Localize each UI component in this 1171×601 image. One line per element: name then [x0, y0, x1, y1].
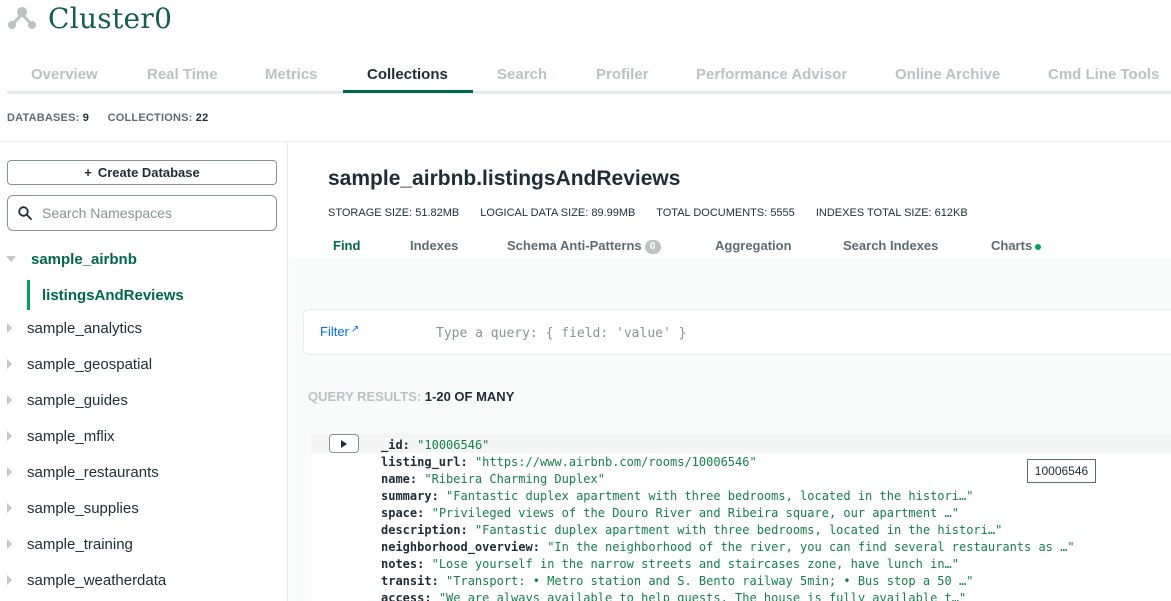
sidebar-db-sample-training[interactable]: sample_training: [0, 530, 287, 558]
document-field: summary: "Fantastic duplex apartment wit…: [381, 489, 974, 503]
active-tab-underline: [343, 90, 473, 93]
tab-charts[interactable]: Charts: [991, 238, 1042, 253]
collection-title: sample_airbnb.listingsAndReviews: [328, 167, 681, 190]
document-field: name: "Ribeira Charming Duplex": [381, 472, 605, 486]
caret-right-icon: [7, 323, 12, 333]
tab-overview[interactable]: Overview: [31, 66, 98, 83]
document-field: neighborhood_overview: "In the neighborh…: [381, 540, 1075, 554]
expand-document-button[interactable]: [329, 434, 359, 453]
sidebar-collection-listings-and-reviews[interactable]: listingsAndReviews: [27, 280, 287, 310]
databases-label: DATABASES:: [7, 112, 80, 124]
document-field: access: "We are always available to help…: [381, 591, 967, 601]
sidebar-db-sample-supplies[interactable]: sample_supplies: [0, 494, 287, 522]
namespace-counts: DATABASES: 9 COLLECTIONS: 22: [7, 112, 208, 124]
top-tabs: Overview Real Time Metrics Collections S…: [7, 58, 1171, 94]
tab-indexes[interactable]: Indexes: [410, 238, 458, 253]
sidebar-db-sample-geospatial[interactable]: sample_geospatial: [0, 350, 287, 378]
tab-metrics[interactable]: Metrics: [265, 66, 318, 83]
tab-search[interactable]: Search: [497, 66, 547, 83]
sidebar-db-sample-analytics[interactable]: sample_analytics: [0, 314, 287, 342]
sidebar-db-sample-airbnb[interactable]: sample_airbnb: [0, 245, 287, 273]
caret-right-icon: [7, 359, 12, 369]
header: Cluster0: [0, 0, 1171, 40]
cluster-icon: [8, 7, 36, 29]
search-namespaces-box[interactable]: [7, 195, 277, 231]
tab-search-indexes[interactable]: Search Indexes: [843, 238, 938, 253]
indexes-total-size: INDEXES TOTAL SIZE: 612KB: [815, 207, 968, 219]
collections-label: COLLECTIONS:: [107, 112, 193, 124]
document-field: listing_url: "https://www.airbnb.com/roo…: [381, 455, 757, 469]
create-database-label: Create Database: [97, 165, 200, 180]
tab-find[interactable]: Find: [333, 238, 360, 253]
tab-profiler[interactable]: Profiler: [596, 66, 649, 83]
schema-anti-patterns-label: Schema Anti-Patterns: [507, 238, 642, 253]
query-results-label: QUERY RESULTS:: [308, 389, 422, 404]
tab-performance-advisor[interactable]: Performance Advisor: [696, 66, 847, 83]
query-results-header: QUERY RESULTS: 1-20 OF MANY: [308, 389, 514, 404]
tab-aggregation[interactable]: Aggregation: [715, 238, 792, 253]
caret-right-icon: [7, 503, 12, 513]
sidebar: + Create Database sample_airbnb listings…: [0, 142, 288, 601]
filter-link[interactable]: Filter ↗: [320, 324, 359, 339]
collection-stats: STORAGE SIZE: 51.82MB LOGICAL DATA SIZE:…: [328, 207, 986, 219]
storage-size: STORAGE SIZE: 51.82MB: [328, 207, 460, 219]
search-namespaces-input[interactable]: [42, 205, 262, 221]
tab-online-archive[interactable]: Online Archive: [895, 66, 1000, 83]
caret-right-icon: [7, 431, 12, 441]
databases-count: 9: [82, 112, 90, 124]
query-results-range: 1-20 OF MANY: [424, 389, 515, 404]
total-documents: TOTAL DOCUMENTS: 5555: [656, 207, 795, 219]
new-indicator-dot: [1035, 243, 1042, 250]
document-field: transit: "Transport: • Metro station and…: [381, 574, 974, 588]
play-icon: [341, 439, 347, 448]
filter-bar: Filter ↗: [303, 309, 1171, 355]
create-database-button[interactable]: + Create Database: [7, 160, 277, 185]
charts-label: Charts: [991, 238, 1033, 253]
document-field: space: "Privileged views of the Douro Ri…: [381, 506, 959, 520]
cluster-title: Cluster0: [48, 2, 173, 35]
sidebar-db-sample-weatherdata[interactable]: sample_weatherdata: [0, 566, 287, 594]
caret-right-icon: [7, 539, 12, 549]
sidebar-db-sample-restaurants[interactable]: sample_restaurants: [0, 458, 287, 486]
document-field: _id: "10006546": [381, 438, 490, 452]
sidebar-db-sample-mflix[interactable]: sample_mflix: [0, 422, 287, 450]
sidebar-db-sample-guides[interactable]: sample_guides: [0, 386, 287, 414]
plus-icon: +: [84, 165, 92, 180]
search-icon: [18, 206, 32, 220]
caret-right-icon: [7, 575, 12, 585]
caret-right-icon: [7, 467, 12, 477]
filter-query-input[interactable]: [436, 322, 1136, 344]
caret-right-icon: [7, 395, 12, 405]
logical-data-size: LOGICAL DATA SIZE: 89.99MB: [480, 207, 636, 219]
tab-real-time[interactable]: Real Time: [147, 66, 218, 83]
external-link-icon: ↗: [350, 324, 360, 335]
collections-count: 22: [195, 112, 209, 124]
schema-count-badge: 0: [644, 239, 661, 254]
tab-collections[interactable]: Collections: [367, 66, 448, 83]
tab-schema-anti-patterns[interactable]: Schema Anti-Patterns 0: [507, 238, 661, 254]
document-field: notes: "Lose yourself in the narrow stre…: [381, 557, 959, 571]
tab-cmd-line-tools[interactable]: Cmd Line Tools: [1048, 66, 1159, 83]
caret-down-icon: [6, 256, 16, 262]
document-field: description: "Fantastic duplex apartment…: [381, 523, 1003, 537]
id-tooltip: 10006546: [1027, 459, 1096, 483]
